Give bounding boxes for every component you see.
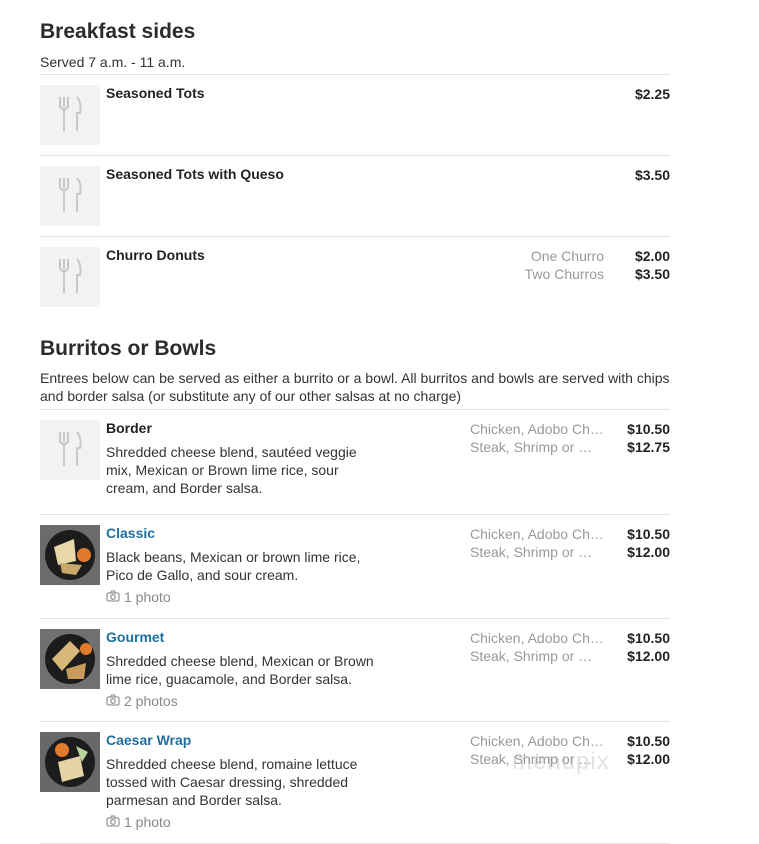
fork-knife-icon [40, 420, 100, 480]
fork-knife-icon [40, 166, 100, 226]
item-description: Shredded cheese blend, romaine lettuce t… [106, 756, 358, 808]
item-price: $2.25 [634, 86, 670, 102]
option-label: Steak, Shrimp or … [470, 439, 593, 455]
camera-icon [106, 814, 120, 830]
option-price: $2.00 [634, 248, 670, 264]
menu-item[interactable]: Seasoned Tots $2.25 [40, 74, 670, 155]
item-name-link[interactable]: Classic [106, 525, 155, 541]
menu-item[interactable]: Gourmet Shredded cheese blend, Mexican o… [40, 618, 670, 721]
item-options: Chicken, Adobo Ch… Steak, Shrimp or … [470, 525, 604, 561]
option-label: One Churro [530, 248, 604, 264]
photo-count: 1 photo [124, 814, 171, 830]
camera-icon [106, 693, 120, 709]
item-price: $3.50 [634, 167, 670, 183]
option-label: Chicken, Adobo Ch… [470, 630, 604, 646]
section-title: Burritos or Bowls [40, 337, 217, 360]
fork-knife-icon [40, 247, 100, 307]
item-options: Chicken, Adobo Ch… Steak, Shrimp or … [470, 629, 604, 665]
section-title: Breakfast sides [40, 20, 196, 43]
item-description: Shredded cheese blend, sautéed veggie mi… [106, 444, 357, 496]
photo-count-link[interactable]: 2 photos [106, 693, 178, 709]
menu-item[interactable]: Churro Donuts One Churro Two Churros $2.… [40, 236, 670, 317]
option-price: $10.50 [627, 630, 670, 646]
photo-count-link[interactable]: 1 photo [106, 814, 171, 830]
option-label: Steak, Shrimp or … [470, 544, 593, 560]
option-price: $10.50 [627, 421, 670, 437]
item-prices: $10.50 $12.00 [627, 629, 670, 665]
option-label: Chicken, Adobo Ch… [470, 421, 604, 437]
item-name-link[interactable]: Gourmet [106, 629, 164, 645]
item-name-link[interactable]: Caesar Wrap [106, 732, 191, 748]
camera-icon [106, 589, 120, 605]
option-price: $10.50 [627, 526, 670, 542]
option-price: $3.50 [634, 266, 670, 282]
section-subtitle: Entrees below can be served as either a … [40, 370, 670, 404]
item-prices: $2.00 $3.50 [635, 247, 670, 283]
item-name: Seasoned Tots with Queso [106, 166, 284, 182]
menu-item[interactable]: Classic Black beans, Mexican or brown li… [40, 514, 670, 618]
food-photo-thumbnail[interactable] [40, 525, 100, 585]
option-price: $12.00 [627, 751, 670, 767]
item-prices: $10.50 $12.00 [627, 525, 670, 561]
item-name: Churro Donuts [106, 247, 205, 263]
photo-count: 2 photos [124, 693, 178, 709]
item-prices: $10.50 $12.00 [627, 732, 670, 768]
option-label: Two Churros [524, 266, 604, 282]
option-label: Chicken, Adobo Ch… [470, 526, 604, 542]
option-price: $12.75 [627, 439, 670, 455]
item-options: Chicken, Adobo Ch… Steak, Shrimp or … [470, 420, 604, 456]
watermark: menupix [512, 748, 610, 775]
item-name: Border [106, 420, 152, 436]
item-name: Seasoned Tots [106, 85, 205, 101]
option-price: $10.50 [627, 733, 670, 749]
photo-count-link[interactable]: 1 photo [106, 589, 171, 605]
menu-item[interactable]: Caesar Wrap Shredded cheese blend, romai… [40, 721, 670, 844]
menu-item[interactable]: Seasoned Tots with Queso $3.50 [40, 155, 670, 236]
section-subtitle: Served 7 a.m. - 11 a.m. [40, 54, 186, 70]
item-description: Black beans, Mexican or brown lime rice,… [106, 549, 361, 583]
item-options: One Churro Two Churros [525, 247, 604, 283]
food-photo-thumbnail[interactable] [40, 732, 100, 792]
option-price: $12.00 [627, 648, 670, 664]
menu-page: Breakfast sides Served 7 a.m. - 11 a.m. … [0, 0, 759, 844]
menu-item[interactable]: Border Shredded cheese blend, sautéed ve… [40, 409, 670, 514]
item-prices: $10.50 $12.75 [627, 420, 670, 456]
option-price: $12.00 [627, 544, 670, 560]
photo-count: 1 photo [124, 589, 171, 605]
food-photo-thumbnail[interactable] [40, 629, 100, 689]
burritos-section-header: Burritos or Bowls Entrees below can be s… [40, 337, 670, 405]
breakfast-section-header: Breakfast sides Served 7 a.m. - 11 a.m. [40, 20, 670, 71]
item-description: Shredded cheese blend, Mexican or Brown … [106, 653, 374, 687]
option-label: Steak, Shrimp or … [470, 648, 593, 664]
fork-knife-icon [40, 85, 100, 145]
